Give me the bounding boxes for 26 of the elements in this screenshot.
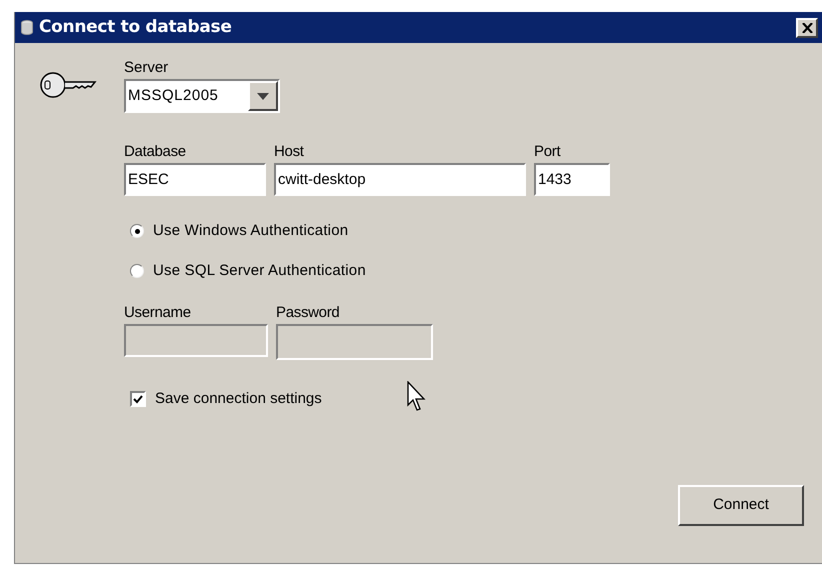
field-label: Password — [276, 304, 340, 322]
connect-button[interactable]: Connect — [678, 485, 804, 526]
radio-option[interactable]: Use Windows Authentication — [130, 220, 610, 242]
checkbox[interactable] — [130, 391, 146, 408]
window-title: Connect to database — [39, 16, 232, 39]
input-field[interactable]: cwitt-desktop — [274, 163, 526, 196]
server-dropdown[interactable]: MSSQL2005 — [124, 79, 280, 113]
field-label: Port — [534, 143, 562, 161]
field-label: Database — [124, 143, 187, 161]
close-button[interactable] — [796, 18, 818, 38]
radio-option[interactable]: Use SQL Server Authentication — [130, 260, 610, 282]
caret-icon — [257, 92, 269, 100]
key-icon — [39, 71, 97, 99]
save-settings-checkbox[interactable]: Save connection settings — [124, 388, 610, 410]
server-label: Server — [124, 59, 170, 77]
input-field[interactable]: 1433 — [534, 163, 610, 196]
field-label: Host — [274, 143, 305, 161]
field-label: Username — [124, 304, 192, 322]
radio-button[interactable] — [130, 264, 144, 278]
checkmark-icon — [133, 394, 143, 404]
close-icon — [802, 22, 812, 32]
database-icon — [21, 20, 33, 35]
mouse-cursor-icon — [407, 381, 426, 411]
dropdown-button[interactable] — [248, 81, 278, 111]
radio-button[interactable] — [130, 224, 144, 238]
input-field[interactable]: ESEC — [124, 163, 266, 196]
